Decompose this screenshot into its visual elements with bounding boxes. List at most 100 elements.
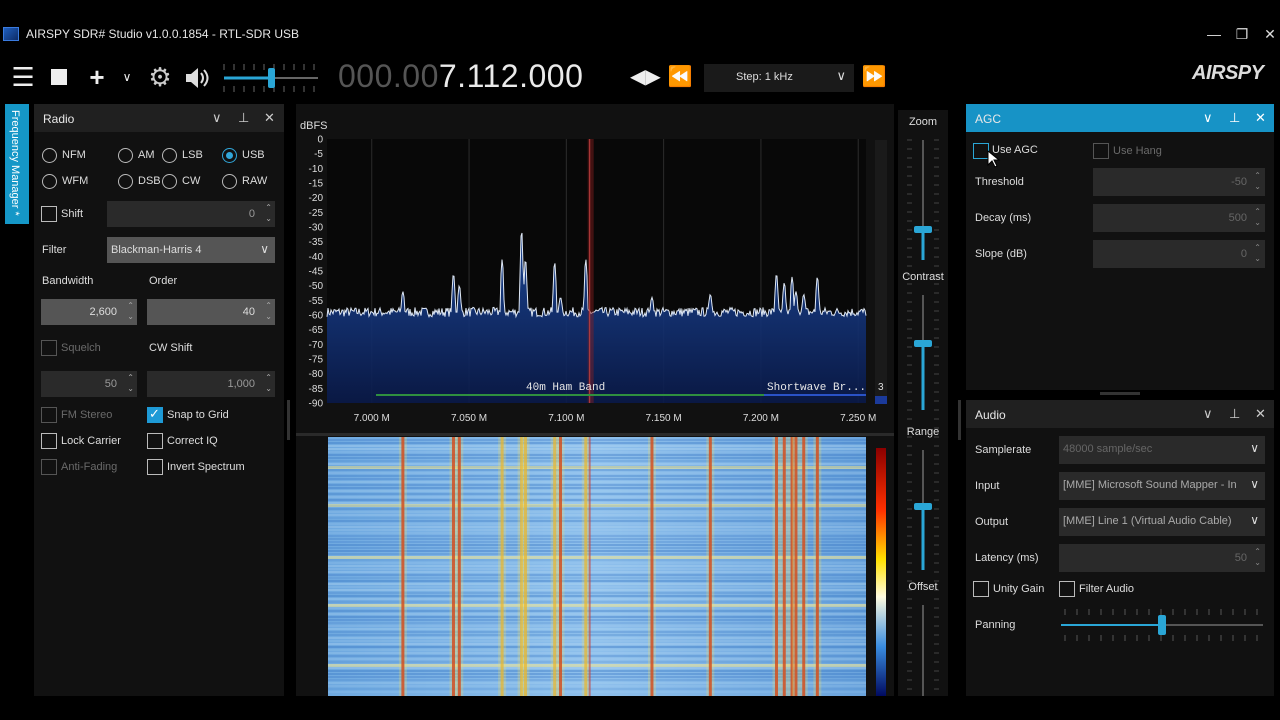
frequency-display[interactable]: 000.007.112.000 [338, 58, 583, 95]
threshold-input[interactable]: -50 ⌃ ⌄ [1093, 168, 1265, 196]
add-icon[interactable]: + [83, 62, 111, 92]
mode-radio-wfm[interactable] [42, 174, 57, 189]
squelch-checkbox[interactable] [41, 340, 57, 356]
tuned-bandwidth-marker[interactable] [587, 139, 594, 403]
snap-to-grid-checkbox[interactable] [147, 406, 163, 423]
mode-radio-am[interactable] [118, 148, 133, 163]
speaker-icon[interactable] [183, 64, 211, 92]
output-select[interactable]: [MME] Line 1 (Virtual Audio Cable) ∨ [1059, 508, 1265, 536]
spinner-icon[interactable]: ⌃ ⌄ [1254, 206, 1261, 228]
chevron-down-icon[interactable]: ∨ [1203, 110, 1213, 126]
range-slider-thumb[interactable] [914, 503, 932, 510]
mode-radio-nfm[interactable] [42, 148, 57, 163]
stop-icon[interactable] [51, 69, 67, 85]
close-icon[interactable]: ✕ [1259, 25, 1280, 43]
y-tick-label: -25 [309, 208, 324, 219]
splitter-handle[interactable] [287, 400, 290, 440]
pin-icon[interactable]: ⊥ [1229, 110, 1240, 126]
spinner-icon[interactable]: ⌃ ⌄ [127, 300, 134, 322]
filter-select[interactable]: Blackman-Harris 4 ∨ [107, 237, 275, 263]
mode-radio-lsb[interactable] [162, 148, 177, 163]
waterfall-glow [498, 437, 507, 696]
close-icon[interactable]: ✕ [264, 110, 275, 126]
pin-icon[interactable]: ⊥ [1229, 406, 1240, 422]
shift-input[interactable]: 0 ⌃ ⌄ [107, 201, 275, 227]
mode-label-nfm: NFM [62, 149, 86, 161]
fm-stereo-checkbox[interactable] [41, 407, 57, 423]
y-tick-label: -55 [309, 296, 324, 307]
volume-slider[interactable] [222, 60, 320, 96]
correct-iq-checkbox[interactable] [147, 433, 163, 449]
chevron-down-icon[interactable]: ∨ [113, 62, 141, 92]
invert-spectrum-checkbox[interactable] [147, 459, 163, 475]
spinner-icon[interactable]: ⌃ ⌄ [1254, 170, 1261, 192]
x-tick-label: 7.250 M [840, 413, 876, 424]
rewind-icon[interactable]: ⏪ [666, 62, 694, 92]
splitter-handle[interactable] [296, 433, 894, 436]
close-icon[interactable]: ✕ [1255, 406, 1266, 422]
squelch-input[interactable]: 50 ⌃ ⌄ [41, 371, 137, 397]
contrast-slider-thumb[interactable] [914, 340, 932, 347]
waterfall-glow [706, 437, 715, 696]
y-tick-label: -50 [309, 281, 324, 292]
frequency-lit-digits: 7.112.000 [438, 58, 584, 94]
frequency-manager-tab[interactable]: Frequency Manager * [5, 104, 29, 224]
samplerate-select[interactable]: 48000 sample/sec ∨ [1059, 436, 1265, 464]
order-input[interactable]: 40 ⌃ ⌄ [147, 299, 275, 325]
mode-radio-usb[interactable] [222, 148, 237, 163]
waterfall-glow [556, 437, 565, 696]
splitter-handle[interactable] [958, 400, 961, 440]
y-tick-label: -45 [309, 267, 324, 278]
spinner-icon[interactable]: ⌃ ⌄ [1254, 242, 1261, 264]
close-icon[interactable]: ✕ [1255, 110, 1266, 126]
fast-forward-icon[interactable]: ⏩ [860, 62, 888, 92]
panning-slider[interactable] [1059, 605, 1265, 645]
restore-icon[interactable]: ❐ [1231, 25, 1253, 43]
agc-panel-header: AGC ∨ ⊥ ✕ [966, 104, 1274, 132]
y-tick-label: -80 [309, 369, 324, 380]
tune-left-right-icon[interactable]: ◀▶ [630, 62, 661, 92]
chevron-down-icon: ∨ [836, 68, 846, 83]
waterfall-glow [813, 437, 822, 696]
anti-fading-checkbox[interactable] [41, 459, 57, 475]
latency-input[interactable]: 50 ⌃ ⌄ [1059, 544, 1265, 572]
use-hang-checkbox[interactable] [1093, 143, 1109, 159]
splitter-handle[interactable] [1100, 392, 1140, 395]
bandwidth-value: 2,600 [89, 306, 117, 318]
chevron-down-icon[interactable]: ∨ [212, 110, 222, 126]
mode-radio-cw[interactable] [162, 174, 177, 189]
minimize-icon[interactable]: — [1203, 25, 1225, 43]
unity-gain-checkbox[interactable] [973, 581, 989, 597]
input-select[interactable]: [MME] Microsoft Sound Mapper - In ∨ [1059, 472, 1265, 500]
decay-input[interactable]: 500 ⌃ ⌄ [1093, 204, 1265, 232]
shift-checkbox[interactable] [41, 206, 57, 222]
menu-icon[interactable]: ☰ [9, 62, 37, 92]
pin-icon[interactable]: ⊥ [238, 110, 249, 126]
chevron-down-icon[interactable]: ∨ [1203, 406, 1213, 422]
spinner-icon[interactable]: ⌃ ⌄ [265, 372, 272, 394]
slope-input[interactable]: 0 ⌃ ⌄ [1093, 240, 1265, 268]
filter-audio-checkbox[interactable] [1059, 581, 1075, 597]
lock-carrier-checkbox[interactable] [41, 433, 57, 449]
bandwidth-label: Bandwidth [42, 275, 94, 287]
use-hang-label: Use Hang [1113, 145, 1162, 157]
spinner-icon[interactable]: ⌃ ⌄ [1254, 546, 1261, 568]
spinner-icon[interactable]: ⌃ ⌄ [265, 202, 272, 224]
waterfall-glow [647, 437, 656, 696]
spectrum-scroll-thumb[interactable] [875, 396, 887, 404]
bandwidth-input[interactable]: 2,600 ⌃ ⌄ [41, 299, 137, 325]
waterfall-glow [780, 437, 789, 696]
correct-iq-label: Correct IQ [167, 435, 218, 447]
step-select[interactable]: Step: 1 kHz ∨ [704, 64, 854, 92]
zoom-slider-thumb[interactable] [914, 226, 932, 233]
spectrum-scroll-track[interactable] [875, 140, 887, 404]
gear-icon[interactable]: ⚙ [146, 62, 174, 92]
cw-shift-input[interactable]: 1,000 ⌃ ⌄ [147, 371, 275, 397]
latency-value: 50 [1234, 552, 1247, 564]
mode-radio-dsb[interactable] [118, 174, 133, 189]
squelch-label: Squelch [61, 342, 101, 354]
spinner-icon[interactable]: ⌃ ⌄ [265, 300, 272, 322]
spinner-icon[interactable]: ⌃ ⌄ [127, 372, 134, 394]
agc-panel: AGC ∨ ⊥ ✕ Use AGC Use Hang Threshold -50… [966, 104, 1274, 390]
mode-radio-raw[interactable] [222, 174, 237, 189]
